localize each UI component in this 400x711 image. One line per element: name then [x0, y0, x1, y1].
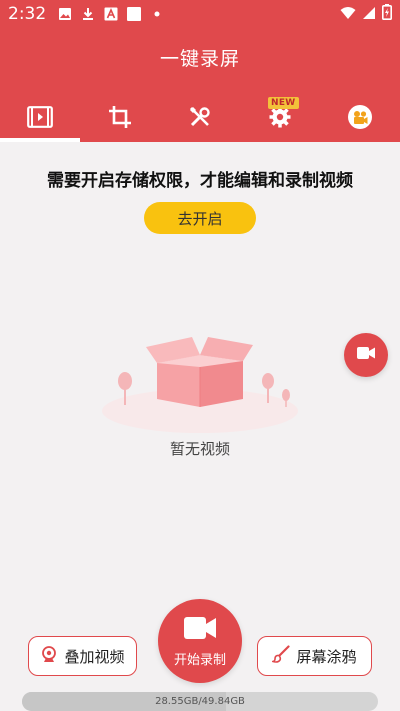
app-header: 2:32 一键录屏 NEW	[0, 0, 400, 142]
camera-reel-icon	[347, 104, 373, 134]
screen-doodle-button[interactable]: 屏幕涂鸦	[257, 636, 372, 676]
video-camera-icon	[183, 615, 217, 645]
brush-icon	[270, 645, 291, 667]
webcam-icon	[40, 645, 58, 667]
start-recording-label: 开始录制	[173, 652, 226, 668]
tab-tools[interactable]	[160, 96, 240, 142]
enable-permission-button[interactable]: 去开启	[144, 202, 256, 234]
overlay-video-label: 叠加视频	[64, 647, 125, 666]
tab-crop[interactable]	[80, 96, 160, 142]
image-icon	[58, 7, 72, 21]
tools-icon	[188, 105, 212, 133]
empty-box-illustration	[100, 325, 300, 435]
new-badge: NEW	[268, 97, 299, 109]
tab-settings[interactable]: NEW	[240, 96, 320, 142]
wifi-icon	[340, 5, 356, 24]
app-title: 一键录屏	[159, 48, 240, 70]
empty-state-text: 暂无视频	[169, 440, 230, 458]
overlay-video-button[interactable]: 叠加视频	[28, 636, 137, 676]
tab-camera[interactable]	[320, 96, 400, 142]
status-time: 2:32	[8, 4, 47, 24]
screen-doodle-label: 屏幕涂鸦	[296, 647, 357, 666]
settings-icon	[268, 105, 292, 133]
battery-charging-icon	[382, 4, 392, 24]
a-icon	[104, 7, 118, 21]
dot-icon	[150, 7, 164, 21]
square-icon	[127, 7, 142, 21]
floating-record-button[interactable]	[344, 333, 388, 377]
video-list-icon	[27, 106, 53, 132]
start-recording-button[interactable]: 开始录制	[158, 599, 242, 683]
status-bar: 2:32	[0, 0, 400, 28]
tab-videos[interactable]	[0, 96, 80, 142]
permission-message: 需要开启存储权限，才能编辑和录制视频	[47, 171, 353, 191]
signal-icon	[362, 5, 376, 24]
storage-usage-bar: 28.55GB/49.84GB	[22, 692, 378, 711]
video-camera-icon	[356, 345, 376, 365]
storage-usage-text: 28.55GB/49.84GB	[155, 696, 245, 707]
crop-icon	[108, 105, 132, 133]
download-icon	[81, 7, 95, 21]
tab-bar: NEW	[0, 96, 400, 142]
